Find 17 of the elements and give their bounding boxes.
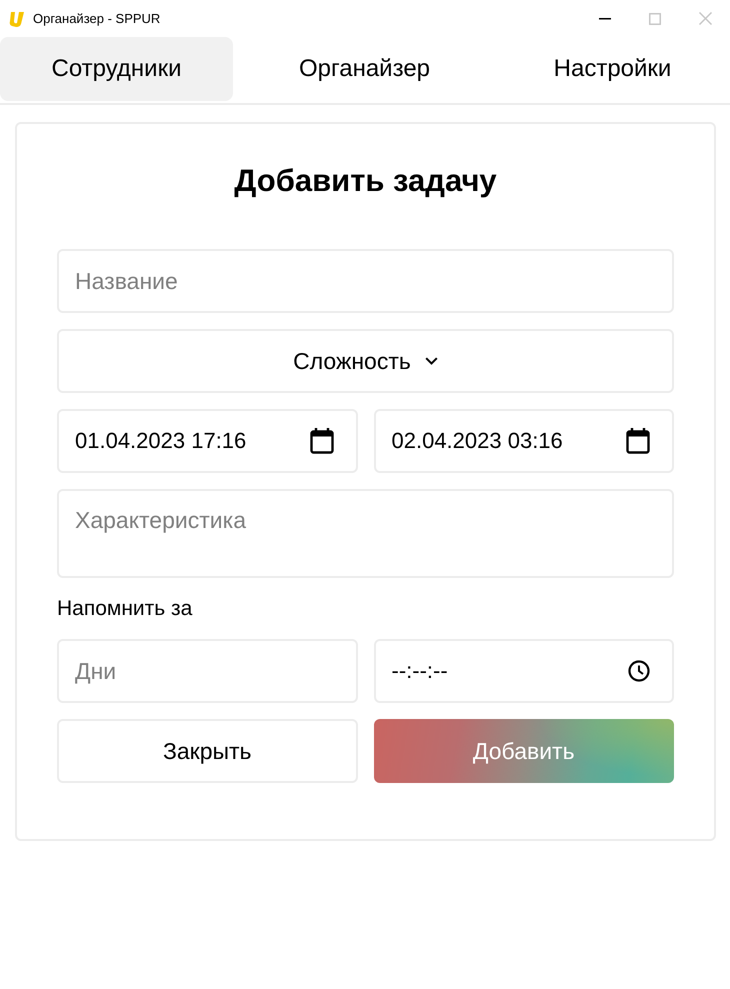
end-datetime-field[interactable]: 02.04.2023 03:16 [374, 409, 674, 473]
calendar-icon [626, 428, 650, 454]
difficulty-select[interactable]: Сложность [57, 329, 674, 393]
clock-icon [628, 660, 650, 682]
form-title: Добавить задачу [233, 162, 498, 199]
calendar-icon [310, 428, 334, 454]
remind-label: Напомнить за [57, 596, 194, 622]
window-title: Органайзер - SPPUR [33, 11, 160, 26]
app-logo-icon [9, 10, 27, 28]
start-datetime-field[interactable]: 01.04.2023 17:16 [57, 409, 358, 473]
days-input[interactable]: Дни [57, 639, 358, 703]
description-textarea[interactable]: Характеристика [57, 489, 674, 578]
name-input[interactable]: Название [57, 249, 674, 313]
chevron-down-icon [424, 357, 438, 365]
close-form-button[interactable]: Закрыть [57, 719, 358, 783]
time-field[interactable]: --:--:-- [374, 639, 674, 703]
tab[interactable]: Сотрудники [0, 37, 233, 101]
